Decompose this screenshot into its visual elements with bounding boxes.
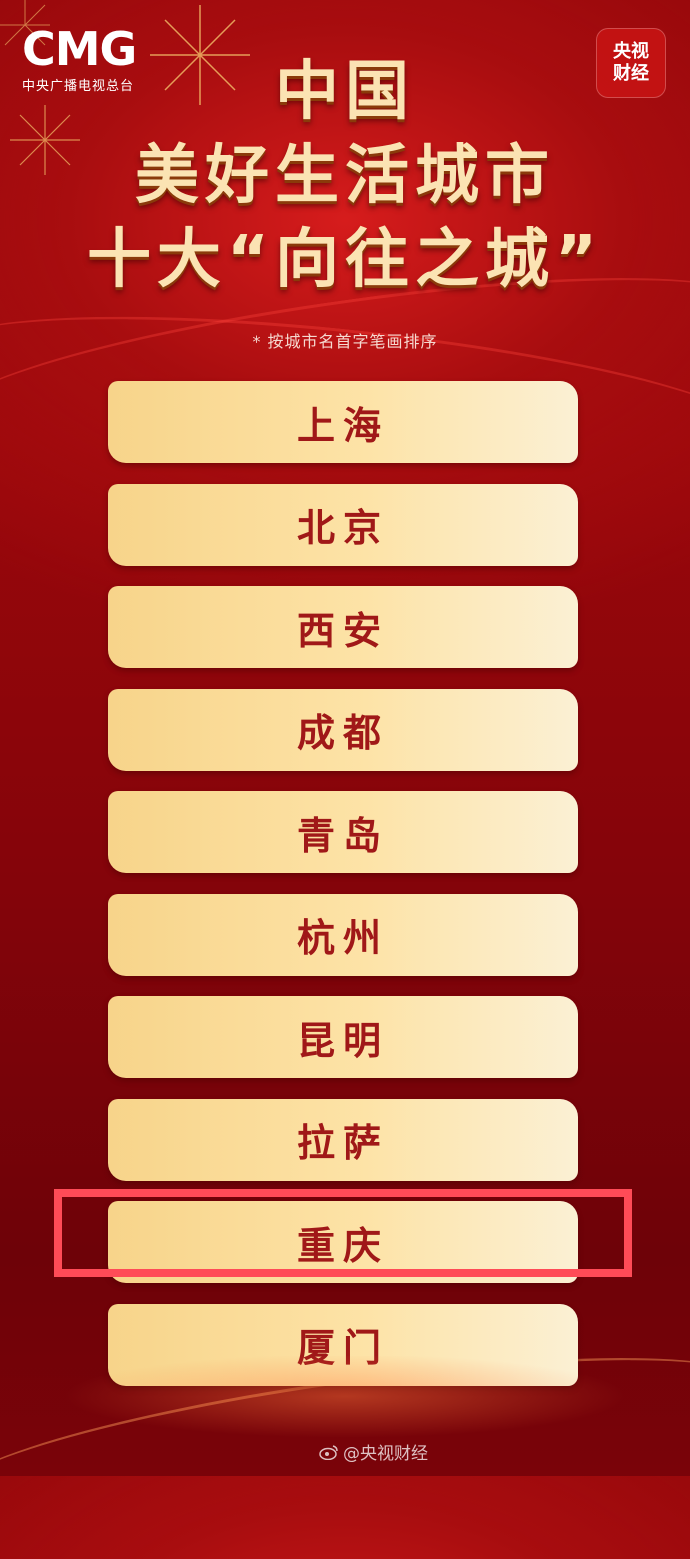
city-card: 昆明 <box>108 996 578 1078</box>
page-title: 中国 美好生活城市 十大“向往之城” <box>0 52 690 300</box>
city-label: 西安 <box>296 607 389 653</box>
title-line-2: 美好生活城市 <box>135 139 555 213</box>
city-card: 北京 <box>108 483 578 566</box>
city-label: 拉萨 <box>296 1120 389 1165</box>
watermark-text: @央视财经 <box>343 1444 428 1464</box>
highlight-box <box>54 1189 632 1277</box>
watermark: @央视财经 <box>319 1439 428 1464</box>
city-label: 成都 <box>296 710 389 755</box>
city-label: 杭州 <box>296 915 389 960</box>
city-card: 上海 <box>108 381 578 463</box>
city-label: 上海 <box>296 402 389 448</box>
weibo-icon <box>319 1444 338 1460</box>
title-line-1: 中国 <box>275 55 415 129</box>
city-card: 西安 <box>108 586 578 668</box>
city-card: 成都 <box>108 688 578 771</box>
city-label: 昆明 <box>296 1017 389 1063</box>
city-card: 拉萨 <box>108 1098 578 1181</box>
sort-note: * 按城市名首字笔画排序 <box>252 332 438 351</box>
city-label: 青岛 <box>296 812 389 858</box>
city-card: 青岛 <box>108 791 578 873</box>
city-card: 杭州 <box>108 893 578 976</box>
title-line-3: 十大“向往之城” <box>86 223 604 297</box>
city-label: 北京 <box>296 505 389 550</box>
